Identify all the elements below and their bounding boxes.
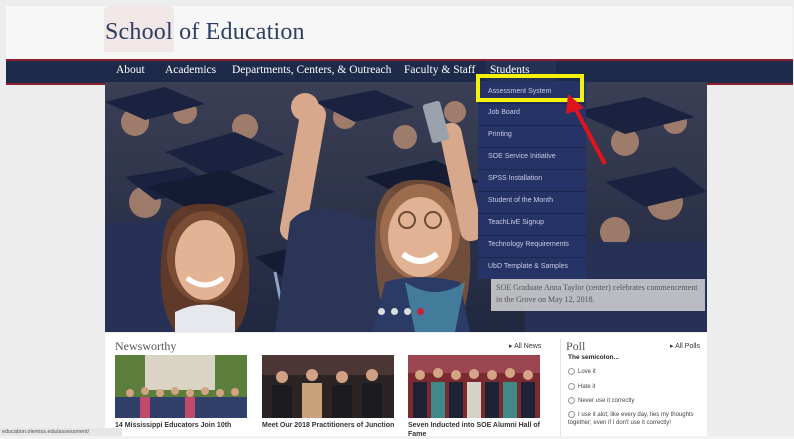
- nav-about[interactable]: About: [116, 64, 145, 76]
- poll-option-label: I use it alot; like every day, ties my t…: [568, 412, 694, 427]
- nav-faculty-staff[interactable]: Faculty & Staff: [404, 64, 475, 76]
- radio-button[interactable]: [568, 383, 575, 390]
- news-headline-3[interactable]: Seven Inducted into SOE Alumni Hall of F…: [408, 421, 543, 439]
- news-photo-2: [262, 355, 394, 418]
- radio-button[interactable]: [568, 397, 575, 404]
- red-arrow-annotation: [566, 94, 607, 165]
- news-photo-3: [408, 355, 540, 418]
- poll-option-3[interactable]: Never use it correctly: [568, 397, 706, 405]
- news-photo-1: [115, 355, 247, 418]
- nav-academics[interactable]: Academics: [165, 64, 216, 76]
- slide-dot-1[interactable]: [378, 308, 385, 315]
- menu-item-printing[interactable]: Printing: [488, 131, 512, 138]
- menu-item-student-of-the-month[interactable]: Student of the Month: [488, 197, 553, 204]
- menu-divider: [478, 257, 586, 258]
- menu-divider: [478, 191, 586, 192]
- slide-dot-2[interactable]: [391, 308, 398, 315]
- slide-indicators: [378, 308, 424, 315]
- poll-option-label: Never use it correctly: [578, 398, 635, 405]
- news-headline-1[interactable]: 14 Mississippi Educators Join 10th: [115, 421, 250, 430]
- menu-item-job-board[interactable]: Job Board: [488, 109, 520, 116]
- hero-caption: SOE Graduate Anna Taylor (center) celebr…: [491, 279, 705, 311]
- news-headline-2[interactable]: Meet Our 2018 Practitioners of Junction: [262, 421, 397, 430]
- newsworthy-heading: Newsworthy: [115, 339, 177, 353]
- site-title[interactable]: School of Education: [105, 19, 305, 46]
- news-image-2[interactable]: [262, 355, 394, 418]
- menu-divider: [478, 213, 586, 214]
- radio-button[interactable]: [568, 368, 575, 375]
- radio-button[interactable]: [568, 411, 575, 418]
- poll-option-label: Love it: [578, 369, 596, 376]
- all-news-link[interactable]: ▸ All News: [509, 342, 541, 350]
- all-polls-label[interactable]: All Polls: [675, 343, 700, 350]
- menu-item-soe-service-initiative[interactable]: SOE Service Initiative: [488, 153, 556, 160]
- menu-divider: [478, 235, 586, 236]
- browser-status-url: education.olemiss.edu/assessment/: [0, 428, 122, 436]
- nav-departments[interactable]: Departments, Centers, & Outreach: [232, 64, 391, 76]
- poll-option-label: Hate it: [578, 384, 596, 391]
- menu-item-ubd-template-samples[interactable]: UbD Template & Samples: [488, 263, 568, 270]
- poll-divider: [560, 339, 561, 436]
- news-image-1[interactable]: [115, 355, 247, 418]
- poll-option-2[interactable]: Hate it: [568, 383, 706, 391]
- all-polls-link[interactable]: ▸ All Polls: [670, 342, 700, 350]
- menu-item-spss-installation[interactable]: SPSS Installation: [488, 175, 542, 182]
- slide-dot-4[interactable]: [417, 308, 424, 315]
- poll-heading: Poll: [566, 339, 586, 353]
- news-image-3[interactable]: [408, 355, 540, 418]
- poll-option-1[interactable]: Love it: [568, 368, 706, 376]
- menu-item-technology-requirements[interactable]: Technology Requirements: [488, 241, 569, 248]
- lower-content: Newsworthy ▸ All News 14 Mississippi Edu…: [105, 333, 707, 439]
- all-news-label[interactable]: All News: [514, 343, 541, 350]
- page: School of Education About Academics Depa…: [0, 0, 794, 439]
- slide-dot-3[interactable]: [404, 308, 411, 315]
- poll-option-4[interactable]: I use it alot; like every day, ties my t…: [568, 411, 706, 427]
- menu-item-teachlive-signup[interactable]: TeachLivE Signup: [488, 219, 544, 226]
- poll-question: The semicolon...: [568, 354, 619, 361]
